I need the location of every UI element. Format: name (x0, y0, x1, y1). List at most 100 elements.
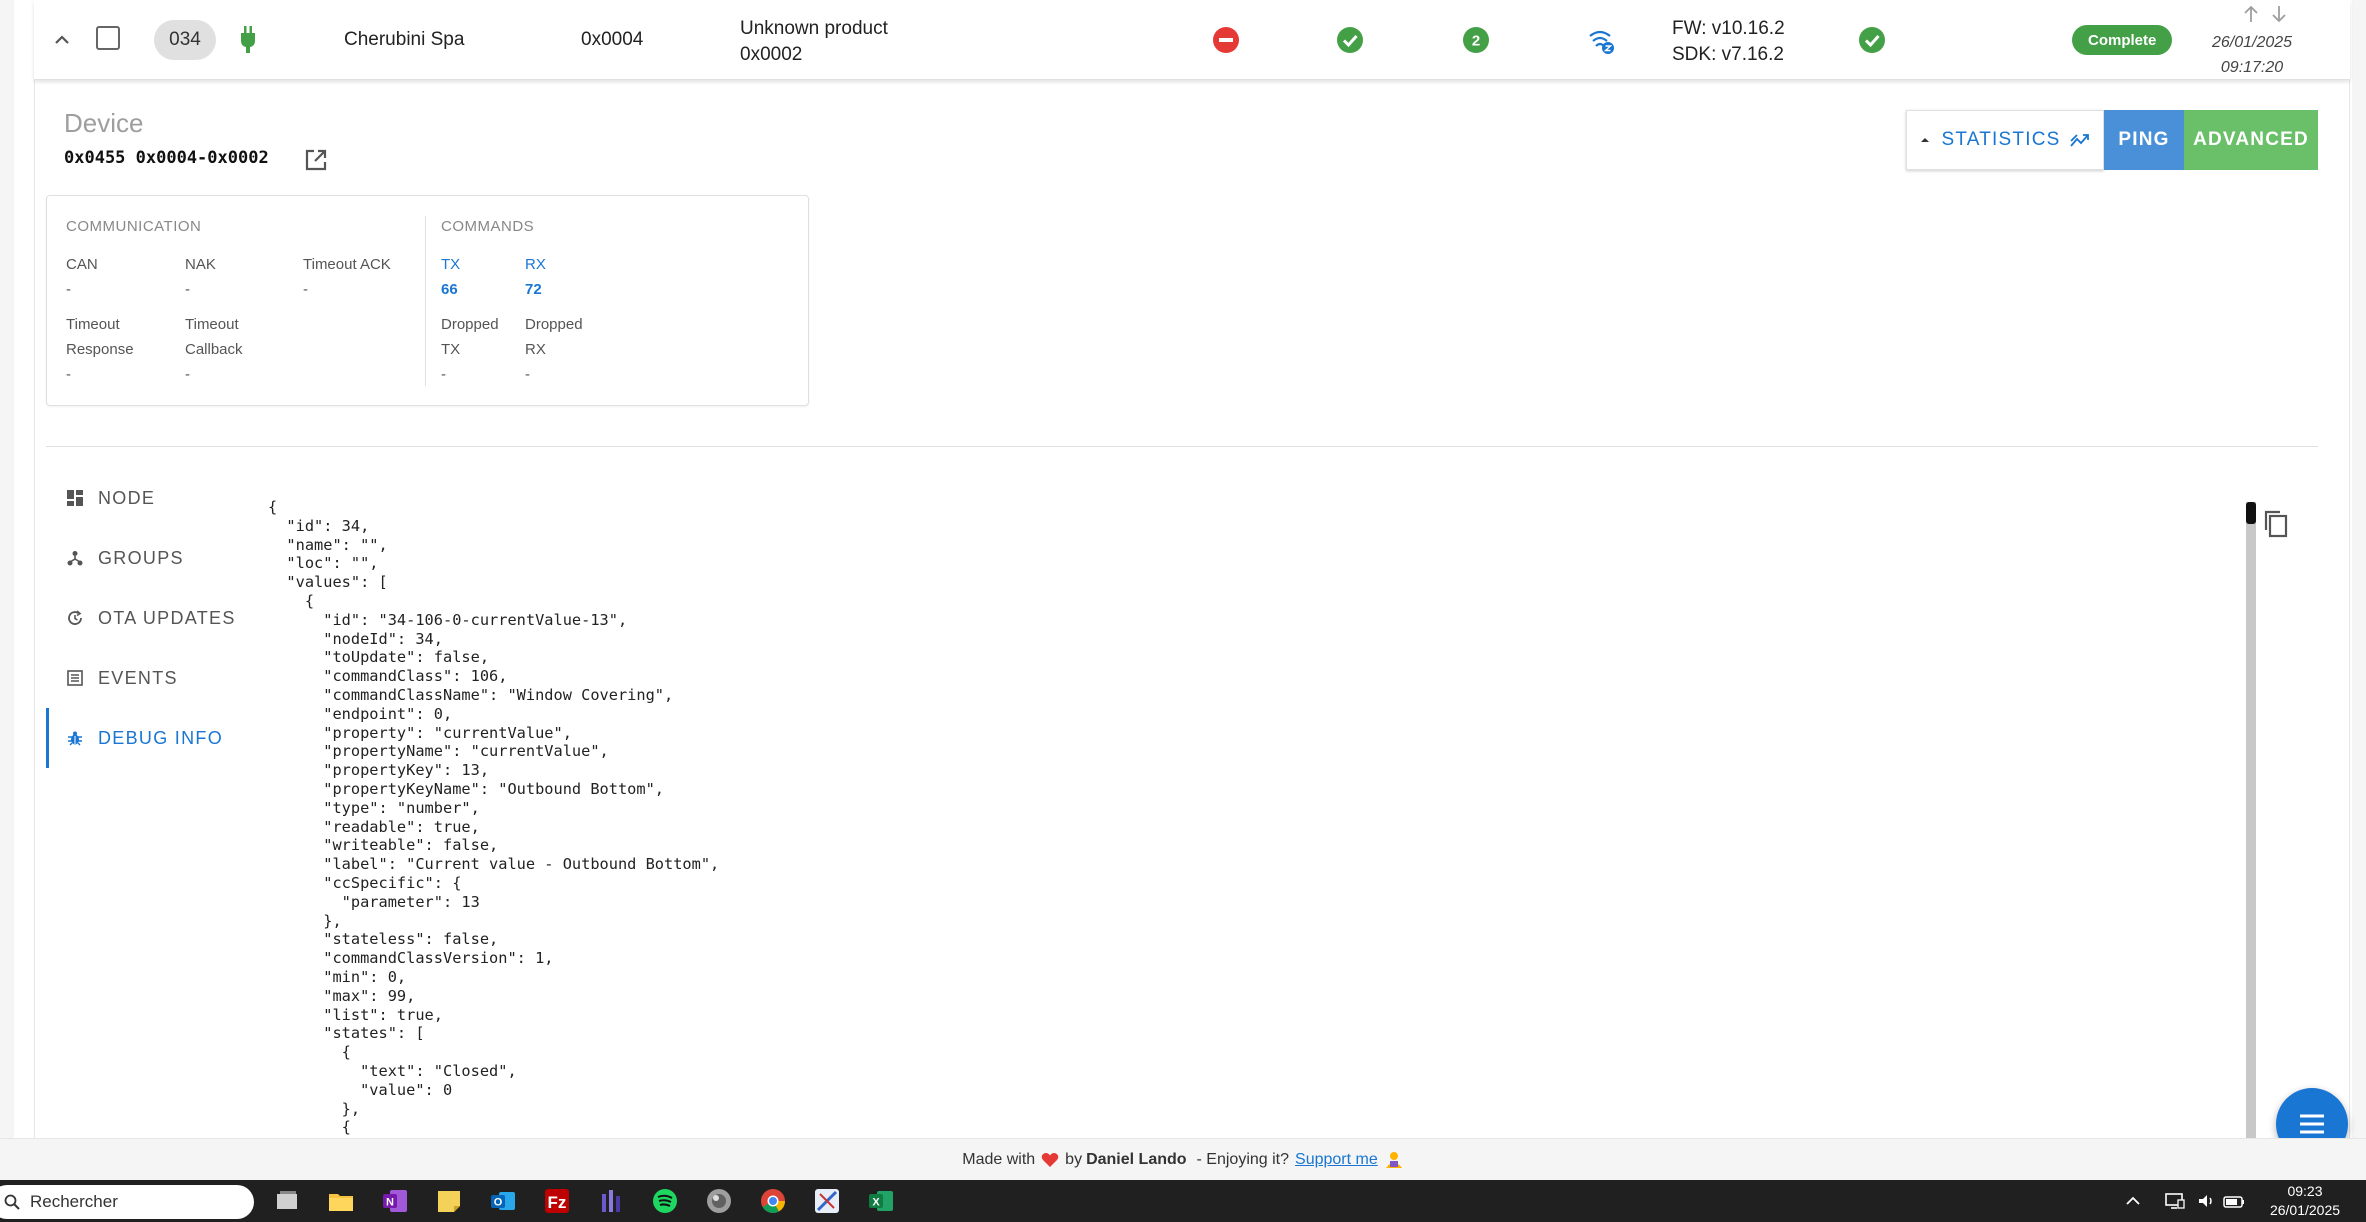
svg-text:2: 2 (1472, 33, 1480, 50)
commands-section-title: COMMANDS (441, 218, 535, 235)
collapse-chevron-icon[interactable] (48, 26, 76, 54)
product-line-1: Unknown product (740, 18, 888, 39)
section-divider (46, 446, 2318, 447)
tab-events-label: EVENTS (98, 667, 178, 688)
copy-icon[interactable] (2262, 508, 2290, 540)
power-plug-icon (240, 26, 256, 59)
device-id-string: 0x0455 0x0004-0x0002 (64, 148, 269, 168)
last-active-date: 26/01/2025 (2212, 34, 2293, 51)
tx-label: TX (441, 256, 461, 273)
windows-taskbar: Rechercher N O Fz X 09:23 26/01/2025 (0, 1180, 2366, 1222)
spotify-icon[interactable] (650, 1186, 680, 1216)
rx-value: 72 (525, 281, 542, 298)
drawing-app-icon[interactable] (812, 1186, 842, 1216)
timeout-response-value: - (66, 366, 71, 383)
dropped-rx-value: - (525, 366, 530, 383)
svg-text:O: O (494, 1197, 503, 1209)
can-label: CAN (66, 256, 98, 273)
heart-icon (1041, 1152, 1059, 1167)
bug-icon (66, 729, 84, 747)
taskbar-clock[interactable]: 09:23 26/01/2025 (2260, 1182, 2350, 1220)
manufacturer-name: Cherubini Spa (344, 29, 465, 50)
json-scrollbar-track[interactable] (2246, 502, 2256, 1138)
last-active-time: 09:17:20 (2220, 59, 2284, 76)
file-explorer-icon[interactable] (326, 1186, 356, 1216)
failed-status-icon (1212, 26, 1240, 54)
left-gutter (0, 0, 14, 1180)
arrow-down-icon[interactable] (2270, 4, 2288, 24)
svg-text:N: N (386, 1197, 394, 1209)
dropped-tx-label-line2: TX (441, 341, 461, 358)
communication-section-title: COMMUNICATION (66, 218, 202, 235)
sdk-check-icon (1858, 26, 1886, 54)
task-view-icon[interactable] (272, 1186, 302, 1216)
timeout-response-label-line1: Timeout (66, 316, 120, 333)
chrome-icon[interactable] (758, 1186, 788, 1216)
timeout-response-label: Timeout Response (66, 312, 134, 362)
tab-debug-label: DEBUG INFO (98, 727, 224, 748)
support-me-link[interactable]: Support me (1295, 1151, 1378, 1169)
timeout-callback-label-line1: Timeout (185, 316, 239, 333)
product-line-2: 0x0002 (740, 44, 803, 65)
tab-groups[interactable]: GROUPS (46, 528, 256, 588)
svg-text:X: X (872, 1197, 880, 1209)
caret-up-icon (1920, 138, 1929, 142)
json-scrollbar-thumb[interactable] (2246, 502, 2256, 524)
tab-ota-updates[interactable]: OTA UPDATES (46, 588, 256, 648)
dashboard-icon (66, 489, 84, 507)
dropped-tx-value: - (441, 366, 446, 383)
device-action-buttons: STATISTICS PING ADVANCED (1906, 110, 2318, 170)
security-s2-icon: 2 (1462, 26, 1490, 54)
clock-time: 09:23 (2287, 1183, 2323, 1199)
battery-icon[interactable] (2222, 1190, 2246, 1212)
statistics-card: COMMUNICATION COMMANDS CAN - NAK - Timeo… (46, 195, 809, 406)
row-sort-arrows[interactable] (2242, 4, 2288, 24)
timeout-ack-value: - (303, 281, 308, 298)
display-icon[interactable] (2164, 1190, 2186, 1212)
footer-author: Daniel Lando (1086, 1150, 1187, 1168)
outlook-icon[interactable]: O (488, 1186, 518, 1216)
filezilla-icon[interactable]: Fz (542, 1186, 572, 1216)
clock-date: 26/01/2025 (2269, 1202, 2341, 1218)
dropped-rx-label-line2: RX (525, 341, 546, 358)
right-gutter (2352, 0, 2366, 1180)
can-value: - (66, 281, 71, 298)
excel-icon[interactable]: X (866, 1186, 896, 1216)
zwave-plus-icon (1586, 26, 1614, 54)
last-active-datetime: 26/01/2025 09:17:20 (2212, 30, 2292, 80)
tray-overflow-chevron-icon[interactable] (2124, 1190, 2142, 1212)
sdk-version: SDK: v7.16.2 (1672, 44, 1784, 65)
node-table-row[interactable]: 034 Cherubini Spa 0x0004 Unknown product… (34, 0, 2350, 80)
tab-node[interactable]: NODE (46, 468, 256, 528)
volume-icon[interactable] (2196, 1190, 2216, 1212)
arrow-up-icon[interactable] (2242, 4, 2260, 24)
coffee-person-icon (1385, 1151, 1402, 1168)
app-footer: Made with by Daniel Lando - Enjoying it?… (0, 1138, 2366, 1180)
search-icon (4, 1194, 20, 1210)
list-icon (66, 669, 84, 687)
tab-events[interactable]: EVENTS (46, 648, 256, 708)
nak-label: NAK (185, 256, 216, 273)
app-bars-icon[interactable] (596, 1186, 626, 1216)
timeout-ack-label: Timeout ACK (303, 256, 391, 273)
footer-by: by (1065, 1150, 1083, 1168)
open-in-new-icon[interactable] (302, 146, 330, 174)
ping-button[interactable]: PING (2104, 110, 2184, 170)
onenote-icon[interactable]: N (380, 1186, 410, 1216)
dropped-tx-label-line1: Dropped (441, 316, 499, 333)
advanced-button[interactable]: ADVANCED (2184, 110, 2318, 170)
tab-groups-label: GROUPS (98, 547, 184, 568)
tab-node-label: NODE (98, 487, 156, 508)
sticky-notes-icon[interactable] (434, 1186, 464, 1216)
dropped-tx-label: Dropped TX (441, 312, 499, 362)
debug-info-json[interactable]: { "id": 34, "name": "", "loc": "", "valu… (268, 498, 2228, 1138)
product-name: Unknown product 0x0002 (740, 16, 888, 68)
taskbar-search-box[interactable]: Rechercher (0, 1185, 254, 1219)
row-select-checkbox[interactable] (96, 26, 120, 50)
fw-version: FW: v10.16.2 (1672, 18, 1785, 39)
disc-app-icon[interactable] (704, 1186, 734, 1216)
tab-debug-info[interactable]: DEBUG INFO (46, 708, 256, 768)
statistics-toggle-button[interactable]: STATISTICS (1906, 110, 2104, 170)
groups-icon (66, 549, 84, 567)
dropped-rx-label: Dropped RX (525, 312, 583, 362)
